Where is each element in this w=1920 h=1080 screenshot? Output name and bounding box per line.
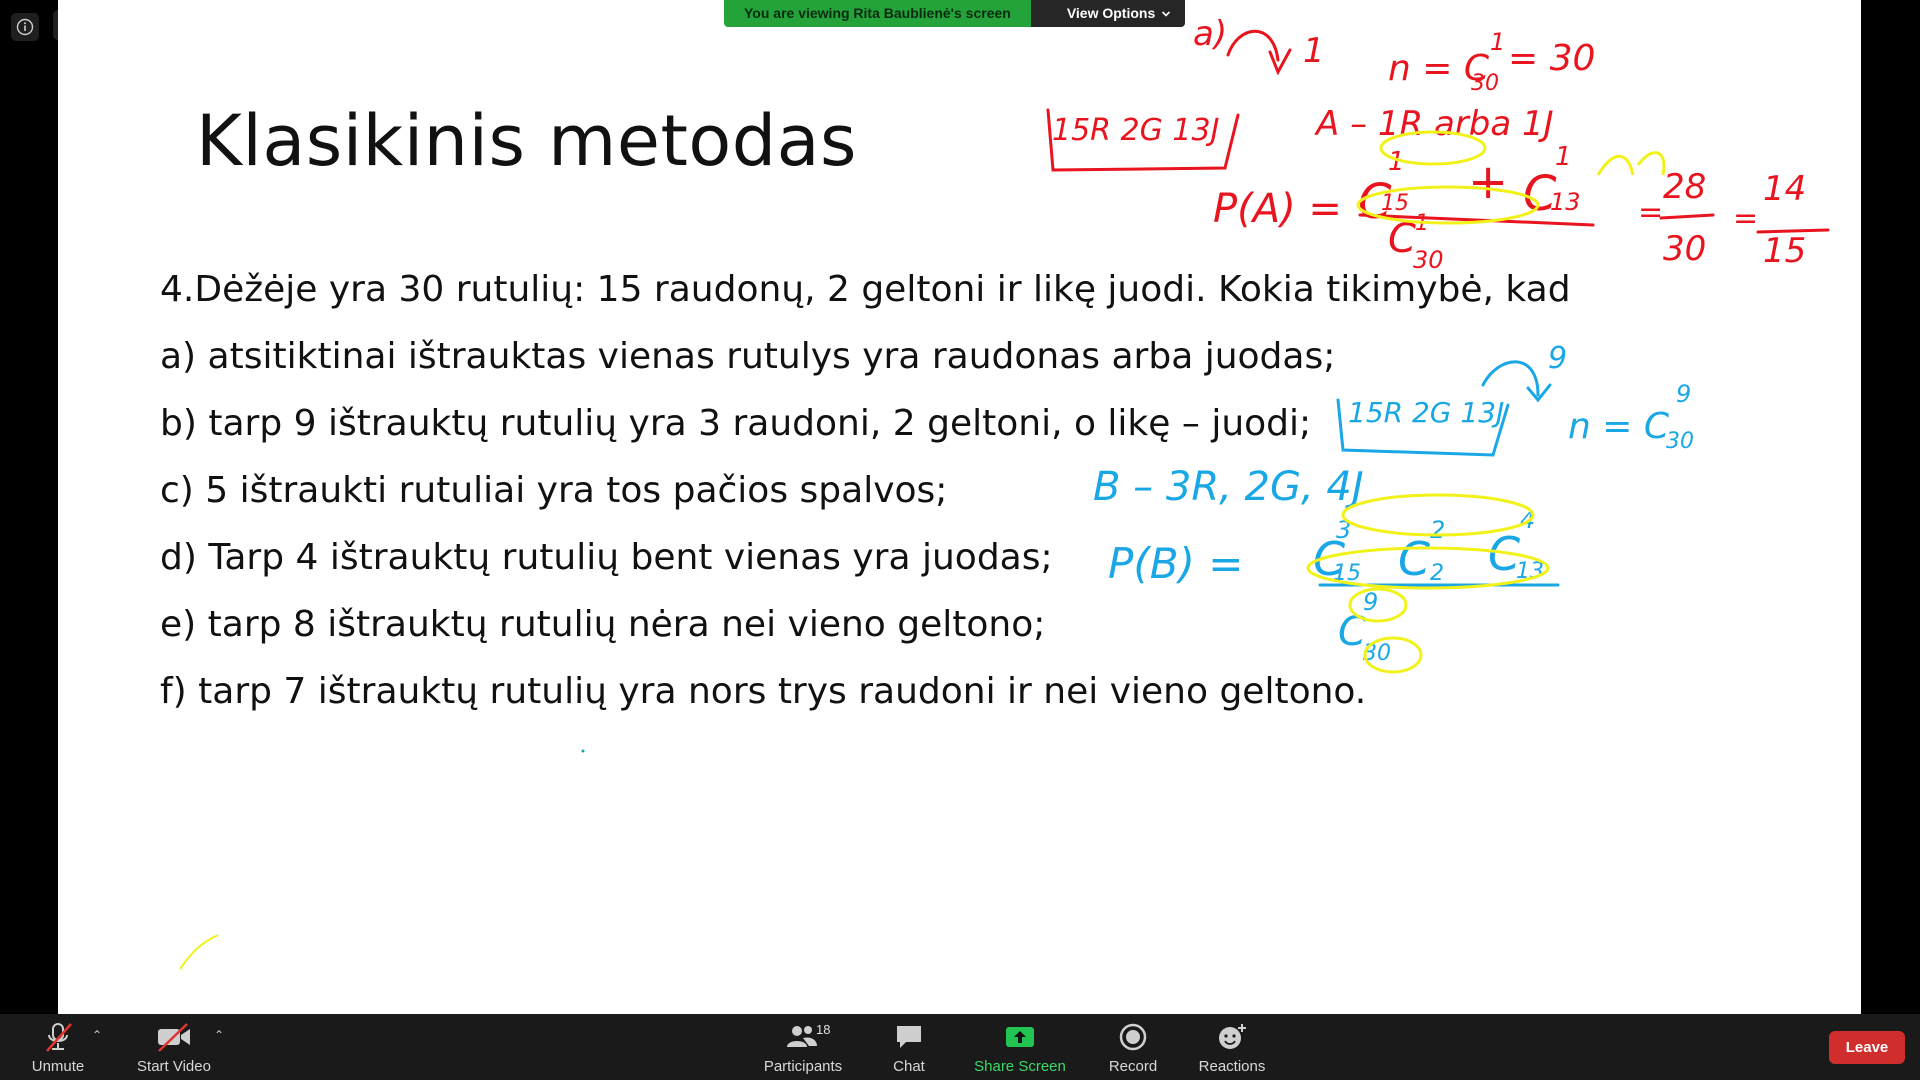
video-options-caret-icon[interactable]: ⌃ — [214, 1028, 224, 1042]
svg-text:C: C — [1338, 609, 1366, 655]
leave-button[interactable]: Leave — [1829, 1031, 1905, 1064]
annotation-layer: a) 1 n = C 1 30 = 30 15R 2G 13J A – 1R a… — [179, 14, 1830, 970]
blue-c2-sup: 2 — [1430, 516, 1445, 544]
participants-button[interactable]: 18 Participants — [748, 1020, 858, 1075]
chat-icon — [897, 1026, 921, 1048]
blue-box-text: 15R 2G 13J — [1348, 396, 1504, 429]
red-box-text: 15R 2G 13J — [1052, 113, 1219, 148]
svg-text:C: C — [1398, 532, 1430, 586]
info-icon — [16, 18, 34, 36]
reactions-button[interactable]: Reactions — [1177, 1020, 1287, 1075]
red-c1-sub: 15 — [1381, 191, 1409, 216]
share-screen-icon — [1006, 1027, 1034, 1047]
reactions-label: Reactions — [1198, 1058, 1266, 1075]
audio-options-caret-icon[interactable]: ⌃ — [92, 1028, 102, 1042]
start-video-label: Start Video — [137, 1058, 211, 1075]
blue-pb-label: P(B) = — [1108, 539, 1243, 588]
chat-label: Chat — [893, 1058, 925, 1075]
blue-draw-count: 9 — [1548, 341, 1567, 376]
blue-c1-sup: 3 — [1336, 516, 1351, 544]
record-icon — [1119, 1023, 1147, 1051]
red-c2-sup: 1 — [1555, 142, 1572, 172]
stray-yellow-mark — [179, 934, 219, 970]
red-plus: + — [1468, 154, 1508, 210]
red-frac1-num: 28 — [1663, 167, 1706, 207]
share-screen-button[interactable]: Share Screen — [965, 1020, 1075, 1075]
red-part-label: a) — [1193, 14, 1227, 54]
red-draw-count: 1 — [1303, 31, 1325, 71]
record-button[interactable]: Record — [1078, 1020, 1188, 1075]
red-n-sup: 1 — [1490, 28, 1505, 56]
screen-share-banner: You are viewing Rita Baublienė's screen … — [724, 0, 1186, 27]
red-pa-label: P(A) = — [1213, 186, 1342, 232]
record-label: Record — [1108, 1058, 1158, 1075]
start-video-button[interactable]: Start Video — [119, 1020, 229, 1075]
red-annotations: a) 1 n = C 1 30 = 30 15R 2G 13J A – 1R a… — [1052, 14, 1806, 274]
blue-n-sup: 9 — [1676, 380, 1691, 408]
chevron-down-icon — [1162, 10, 1171, 17]
viewing-status: You are viewing Rita Baublienė's screen — [724, 0, 1031, 27]
meeting-info-button[interactable] — [11, 13, 39, 41]
blue-n-formula: n = C — [1568, 406, 1670, 447]
red-n-value: = 30 — [1508, 38, 1595, 79]
blue-n-sub: 30 — [1666, 429, 1694, 454]
blue-event-text: B – 3R, 2G, 4J — [1093, 464, 1364, 510]
view-options-label: View Options — [1066, 5, 1156, 21]
reactions-icon — [1219, 1024, 1246, 1049]
red-frac2-den: 15 — [1763, 231, 1806, 271]
participants-count: 18 — [816, 1022, 831, 1037]
share-screen-label: Share Screen — [974, 1058, 1066, 1075]
chat-button[interactable]: Chat — [854, 1020, 964, 1075]
red-n-sub: 30 — [1471, 71, 1499, 96]
video-off-icon — [158, 1023, 190, 1052]
red-frac1-den: 30 — [1663, 229, 1706, 269]
microphone-muted-icon — [46, 1023, 72, 1052]
unmute-label: Unmute — [31, 1058, 85, 1075]
red-event-text: A – 1R arba 1J — [1314, 104, 1554, 144]
blue-c2-sub: 2 — [1430, 561, 1444, 586]
red-eq2: = — [1733, 201, 1758, 236]
shared-slide: Klasikinis metodas 4.Dėžėje yra 30 rutul… — [58, 0, 1861, 1014]
red-eq1: = — [1638, 195, 1663, 230]
participants-icon — [787, 1026, 817, 1047]
participants-label: Participants — [763, 1058, 843, 1075]
red-den-sub: 30 — [1413, 246, 1444, 274]
red-frac2-num: 14 — [1763, 169, 1806, 209]
stray-dot — [581, 749, 585, 753]
meeting-toolbar: Unmute ⌃ Start Video ⌃ 18 Participants C… — [0, 1014, 1920, 1080]
view-options-button[interactable]: View Options — [1030, 0, 1186, 27]
red-c2-sub: 13 — [1550, 188, 1581, 216]
